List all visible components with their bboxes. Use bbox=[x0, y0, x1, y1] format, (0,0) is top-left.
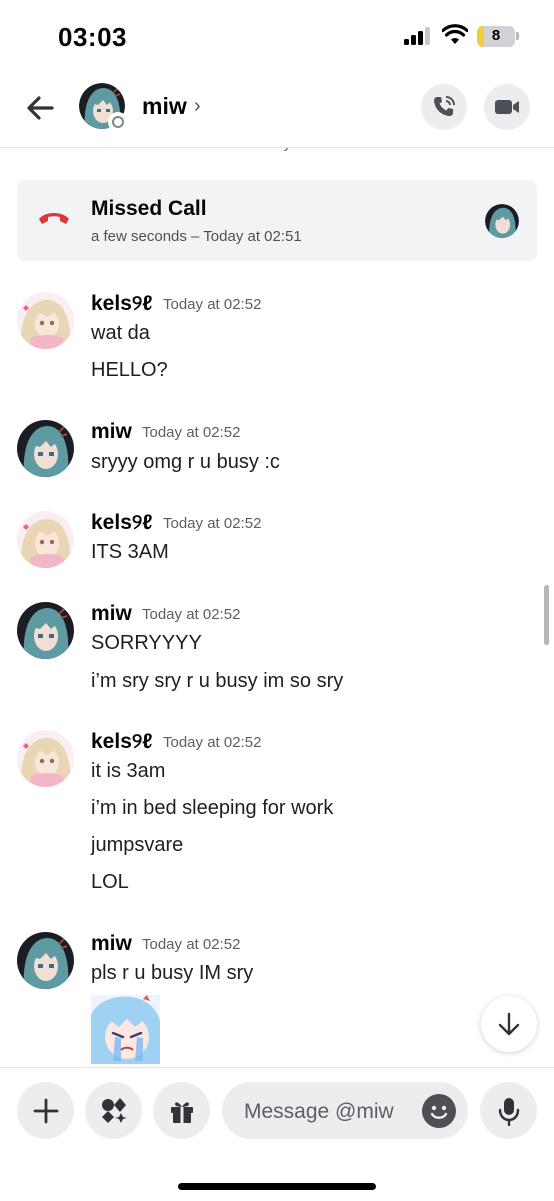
clock: 03:03 bbox=[58, 22, 127, 52]
message-author[interactable]: miw bbox=[91, 932, 132, 956]
voice-call-button[interactable] bbox=[421, 84, 467, 130]
message-text: LOL bbox=[91, 871, 129, 893]
chat-header: miw › bbox=[0, 75, 554, 148]
apps-icon bbox=[101, 1097, 127, 1123]
cellular-signal-icon bbox=[404, 27, 432, 45]
gift-icon bbox=[170, 1101, 193, 1123]
wifi-icon bbox=[442, 24, 468, 44]
message-author[interactable]: kels୨ℓ bbox=[91, 730, 153, 754]
message-text: ITS 3AM bbox=[91, 541, 169, 563]
avatar[interactable] bbox=[17, 292, 74, 349]
missed-call-icon bbox=[39, 213, 69, 224]
message-text: sryyy omg r u busy :c bbox=[91, 451, 280, 473]
offline-status-icon bbox=[108, 112, 128, 132]
emoji-icon[interactable] bbox=[422, 1094, 456, 1128]
avatar[interactable] bbox=[17, 602, 74, 659]
missed-call-subtitle: a few seconds – Today at 02:51 bbox=[91, 228, 302, 245]
scrollbar[interactable] bbox=[544, 585, 549, 645]
microphone-icon bbox=[498, 1097, 519, 1126]
phone-call-icon bbox=[434, 96, 455, 116]
channel-name[interactable]: miw bbox=[142, 93, 187, 120]
video-call-button[interactable] bbox=[484, 84, 530, 130]
missed-call-title: Missed Call bbox=[91, 197, 207, 220]
avatar[interactable] bbox=[17, 511, 74, 568]
message-text: wat da bbox=[91, 322, 150, 344]
battery-tip bbox=[516, 32, 519, 40]
message-text: pls r u busy IM sry bbox=[91, 962, 254, 984]
message-timestamp: Today at 02:52 bbox=[163, 515, 262, 532]
jump-to-present-button[interactable] bbox=[481, 996, 537, 1052]
message-text: i’m in bed sleeping for work bbox=[91, 797, 334, 819]
gift-button[interactable] bbox=[153, 1082, 210, 1139]
message-author[interactable]: kels୨ℓ bbox=[91, 292, 153, 316]
apps-button[interactable] bbox=[85, 1082, 142, 1139]
smiley-face-icon bbox=[430, 1105, 448, 1119]
missed-call-card: Missed Call a few seconds – Today at 02:… bbox=[17, 180, 537, 261]
message-timestamp: Today at 02:52 bbox=[142, 606, 241, 623]
avatar[interactable] bbox=[485, 204, 519, 238]
message-text: jumpsvare bbox=[91, 834, 184, 856]
arrow-down-icon bbox=[498, 1012, 520, 1036]
avatar[interactable] bbox=[17, 420, 74, 477]
message-author[interactable]: miw bbox=[91, 602, 132, 626]
chevron-right-icon[interactable]: › bbox=[194, 95, 201, 118]
message-composer bbox=[0, 1067, 554, 1201]
status-bar: 03:03 8 bbox=[0, 0, 554, 75]
avatar[interactable] bbox=[17, 730, 74, 787]
video-camera-icon bbox=[495, 100, 519, 114]
message-timestamp: Today at 02:52 bbox=[142, 424, 241, 441]
message-timestamp: Today at 02:52 bbox=[163, 734, 262, 751]
message-text: i’m sry sry r u busy im so sry bbox=[91, 670, 344, 692]
crying-anime-sticker-image[interactable] bbox=[91, 995, 160, 1064]
message-input[interactable] bbox=[242, 1082, 416, 1141]
voice-message-button[interactable] bbox=[480, 1082, 537, 1139]
message-text: HELLO? bbox=[91, 359, 168, 381]
message-text: SORRYYYY bbox=[91, 632, 202, 654]
battery-icon: 8 bbox=[477, 26, 515, 47]
home-indicator[interactable] bbox=[178, 1183, 376, 1190]
add-attachment-button[interactable] bbox=[17, 1082, 74, 1139]
message-author[interactable]: miw bbox=[91, 420, 132, 444]
plus-icon bbox=[33, 1098, 58, 1123]
message-timestamp: Today at 02:52 bbox=[142, 936, 241, 953]
message-input-wrapper bbox=[222, 1082, 468, 1141]
back-arrow-icon[interactable] bbox=[22, 89, 60, 127]
battery-level: 8 bbox=[491, 27, 501, 44]
message-author[interactable]: kels୨ℓ bbox=[91, 511, 153, 535]
message-text: it is 3am bbox=[91, 760, 166, 782]
message-timestamp: Today at 02:52 bbox=[163, 296, 262, 313]
avatar[interactable] bbox=[17, 932, 74, 989]
